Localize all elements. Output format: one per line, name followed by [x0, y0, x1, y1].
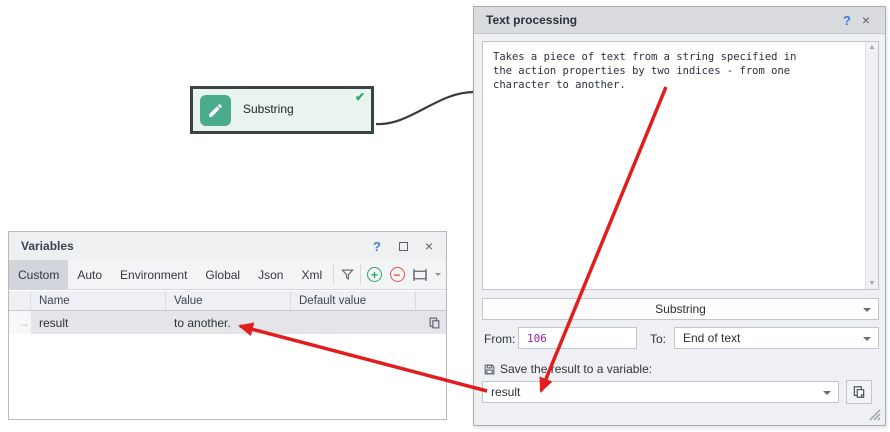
dialog-titlebar: Text processing ? × [474, 7, 885, 34]
from-value: 106 [527, 332, 547, 345]
app-canvas: Substring ✔ Text processing ? × Takes a … [0, 0, 890, 432]
copy-icon [428, 316, 441, 330]
row-indicator-icon: → [9, 311, 31, 334]
divider [333, 264, 334, 285]
tab-custom[interactable]: Custom [9, 260, 68, 289]
rename-icon [411, 268, 429, 282]
help-icon[interactable]: ? [837, 13, 857, 28]
from-label: From: [484, 332, 515, 346]
resize-grip[interactable] [868, 408, 881, 421]
add-variable-button[interactable]: + [363, 260, 386, 289]
rename-variable-button[interactable] [408, 260, 431, 289]
action-description-box[interactable]: Takes a piece of text from a string spec… [482, 41, 879, 290]
tab-json[interactable]: Json [249, 260, 292, 289]
table-row[interactable]: → result to another. [9, 311, 446, 334]
action-select[interactable]: Substring [482, 298, 879, 320]
variable-select-value: result [491, 385, 520, 399]
save-variable-label: Save the result to a variable: [500, 362, 652, 376]
col-indicator [9, 291, 31, 310]
chevron-down-icon [823, 391, 831, 395]
filter-icon [340, 267, 355, 282]
toolbar-more-button[interactable] [431, 260, 446, 289]
close-icon[interactable]: × [857, 12, 875, 28]
scroll-up-icon[interactable]: ▲ [869, 44, 876, 51]
remove-variable-button[interactable]: − [386, 260, 409, 289]
tab-environment[interactable]: Environment [111, 260, 196, 289]
cell-default-value[interactable] [291, 311, 416, 334]
col-value[interactable]: Value [166, 291, 291, 310]
variables-grid: Name Value Default value → result to ano… [9, 291, 446, 419]
from-input[interactable]: 106 [518, 327, 637, 349]
node-label: Substring [243, 102, 294, 116]
copy-icon [852, 385, 866, 399]
variables-titlebar: Variables ? × [9, 232, 446, 260]
col-actions [416, 291, 446, 310]
tab-global[interactable]: Global [196, 260, 249, 289]
help-icon[interactable]: ? [367, 239, 387, 254]
copy-variable-button[interactable] [846, 380, 872, 404]
cell-value[interactable]: to another. [166, 311, 291, 334]
to-select[interactable]: End of text [674, 327, 879, 349]
chevron-down-icon [863, 308, 871, 312]
divider [360, 264, 361, 285]
grid-header: Name Value Default value [9, 291, 446, 311]
chevron-down-icon [863, 337, 871, 341]
variables-title: Variables [21, 239, 367, 253]
flow-node-substring[interactable]: Substring ✔ [190, 86, 374, 134]
pencil-icon [200, 95, 231, 126]
variables-tabs: Custom Auto Environment Global Json Xml … [9, 260, 446, 290]
success-check-icon: ✔ [355, 90, 365, 104]
tab-xml[interactable]: Xml [292, 260, 331, 289]
chevron-down-icon [435, 273, 441, 276]
maximize-icon[interactable] [399, 242, 408, 251]
row-copy-button[interactable] [416, 311, 446, 334]
dialog-title: Text processing [486, 13, 837, 27]
scrollbar[interactable]: ▲ ▼ [865, 42, 878, 289]
col-default-value[interactable]: Default value [291, 291, 416, 310]
to-select-value: End of text [683, 331, 740, 345]
col-name[interactable]: Name [31, 291, 166, 310]
filter-button[interactable] [336, 260, 359, 289]
save-icon [483, 363, 496, 376]
scroll-down-icon[interactable]: ▼ [869, 280, 876, 287]
cell-name[interactable]: result [31, 311, 166, 334]
save-row: Save the result to a variable: [483, 362, 652, 376]
tab-auto[interactable]: Auto [68, 260, 111, 289]
variables-panel: Variables ? × Custom Auto Environment Gl… [8, 231, 447, 420]
action-description-text: Takes a piece of text from a string spec… [483, 42, 864, 289]
variable-select[interactable]: result [482, 381, 839, 403]
text-processing-dialog: Text processing ? × Takes a piece of tex… [473, 6, 886, 426]
action-select-value: Substring [655, 302, 706, 316]
close-icon[interactable]: × [420, 238, 438, 254]
to-label: To: [650, 332, 666, 346]
minus-circle-icon: − [390, 267, 405, 282]
plus-circle-icon: + [367, 267, 382, 282]
